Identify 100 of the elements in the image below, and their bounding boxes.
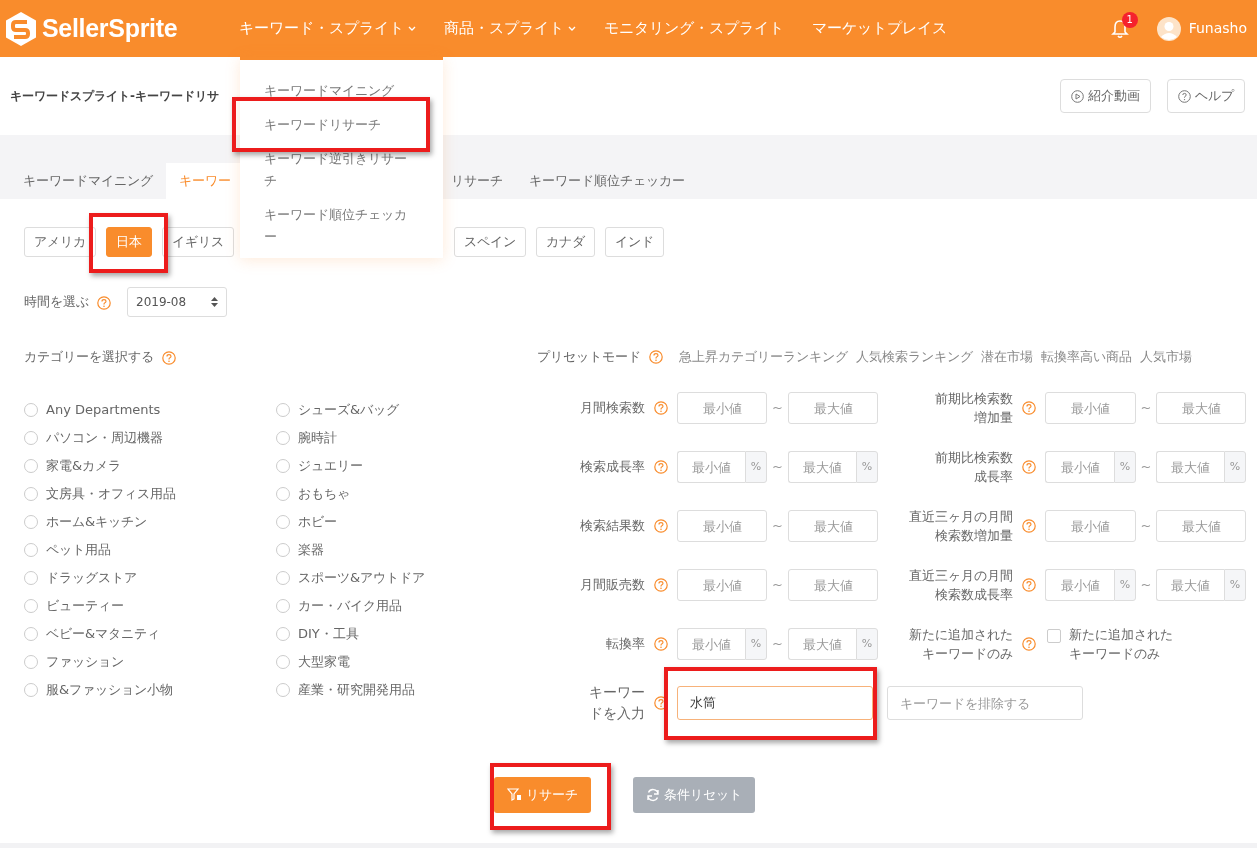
input-field[interactable]: 最大値 <box>788 510 878 542</box>
preset-link[interactable]: 潜在市場 <box>981 347 1033 367</box>
help-icon[interactable] <box>654 401 668 415</box>
exclude-keyword-input[interactable]: キーワードを排除する <box>887 686 1083 720</box>
preset-link[interactable]: 人気市場 <box>1140 347 1192 367</box>
checkbox-label[interactable]: 新たに追加された キーワードのみ <box>1069 624 1173 664</box>
radio-button[interactable] <box>276 542 290 557</box>
category-option[interactable]: 腕時計 <box>298 427 337 448</box>
category-option[interactable]: ジュエリー <box>298 455 363 476</box>
input-field[interactable]: 最小値 <box>677 451 745 483</box>
month-select[interactable]: 2019-08 <box>127 287 227 317</box>
category-option[interactable]: スポーツ&アウトドア <box>298 567 426 588</box>
input-field[interactable]: 最大値 <box>788 628 856 660</box>
input-field[interactable]: 最小値 <box>677 628 745 660</box>
category-option[interactable]: ホビー <box>298 511 337 532</box>
tab[interactable]: キーワードマイニング <box>10 163 166 199</box>
input-field[interactable]: 最小値 <box>677 569 767 601</box>
preset-link[interactable]: 人気検索ランキング <box>856 347 973 367</box>
category-option[interactable]: ファッション <box>46 651 124 672</box>
category-option[interactable]: 服&ファッション小物 <box>46 679 174 700</box>
help-icon[interactable] <box>1022 401 1036 415</box>
radio-button[interactable] <box>276 402 290 417</box>
help-icon[interactable] <box>162 350 176 365</box>
input-field[interactable]: 最大値 <box>788 392 878 424</box>
radio-button[interactable] <box>24 654 38 669</box>
input-field[interactable]: 最小値 <box>1045 569 1114 601</box>
help-icon[interactable] <box>97 295 111 310</box>
preset-link[interactable]: 急上昇カテゴリーランキング <box>679 347 848 367</box>
input-field[interactable]: 最小値 <box>1045 451 1114 483</box>
help-icon[interactable] <box>654 519 668 533</box>
input-field[interactable]: 最小値 <box>1045 510 1136 542</box>
preset-link[interactable]: 転換率高い商品 <box>1041 347 1132 367</box>
menu-item[interactable]: キーワードリサーチ <box>240 114 443 136</box>
input-field[interactable]: 最小値 <box>1045 392 1136 424</box>
radio-button[interactable] <box>276 486 290 501</box>
category-option[interactable]: 楽器 <box>298 539 324 560</box>
radio-button[interactable] <box>24 430 38 445</box>
category-option[interactable]: 大型家電 <box>298 651 350 672</box>
radio-button[interactable] <box>276 430 290 445</box>
radio-button[interactable] <box>24 402 38 417</box>
input-field[interactable]: 最大値 <box>1156 392 1246 424</box>
radio-button[interactable] <box>276 598 290 613</box>
help-icon[interactable] <box>654 578 668 592</box>
radio-button[interactable] <box>24 626 38 641</box>
category-option[interactable]: 産業・研究開発用品 <box>298 679 415 700</box>
category-option[interactable]: シューズ&バッグ <box>298 399 400 420</box>
input-field[interactable]: 最大値 <box>1156 569 1224 601</box>
country-button[interactable]: スペイン <box>454 227 526 257</box>
keyword-input[interactable]: 水筒 <box>677 686 873 720</box>
help-icon[interactable] <box>649 349 663 364</box>
help-icon[interactable] <box>654 460 668 474</box>
input-field[interactable]: 最大値 <box>788 451 856 483</box>
input-field[interactable]: 最小値 <box>677 392 767 424</box>
radio-button[interactable] <box>276 570 290 585</box>
category-option[interactable]: ペット用品 <box>46 539 111 560</box>
category-option[interactable]: ベビー&マタニティ <box>46 623 161 644</box>
radio-button[interactable] <box>276 514 290 529</box>
radio-button[interactable] <box>24 486 38 501</box>
help-icon[interactable] <box>1022 519 1036 533</box>
checkbox[interactable] <box>1047 628 1061 643</box>
country-button[interactable]: アメリカ <box>24 227 96 257</box>
category-option[interactable]: おもちゃ <box>298 483 350 504</box>
header-button[interactable]: 紹介動画 <box>1060 79 1151 113</box>
menu-item[interactable]: キーワード順位チェッカー <box>240 204 443 248</box>
input-field[interactable]: 最大値 <box>788 569 878 601</box>
radio-button[interactable] <box>24 458 38 473</box>
input-field[interactable]: 最大値 <box>1156 451 1224 483</box>
tab[interactable]: キーワード順位チェッカー <box>516 163 698 199</box>
radio-button[interactable] <box>24 542 38 557</box>
country-button[interactable]: インド <box>605 227 664 257</box>
radio-button[interactable] <box>276 626 290 641</box>
radio-button[interactable] <box>276 654 290 669</box>
radio-button[interactable] <box>24 514 38 529</box>
input-field[interactable]: 最小値 <box>677 510 767 542</box>
menu-item[interactable]: キーワードマイニング <box>240 80 443 102</box>
radio-button[interactable] <box>24 570 38 585</box>
category-option[interactable]: 家電&カメラ <box>46 455 122 476</box>
category-option[interactable]: Any Departments <box>46 399 161 420</box>
input-field[interactable]: 最大値 <box>1156 510 1246 542</box>
radio-button[interactable] <box>24 598 38 613</box>
category-option[interactable]: ドラッグストア <box>46 567 137 588</box>
category-option[interactable]: ビューティー <box>46 595 124 616</box>
radio-button[interactable] <box>276 458 290 473</box>
category-option[interactable]: DIY・工具 <box>298 623 359 644</box>
spinner-arrows-icon <box>211 296 218 308</box>
category-option[interactable]: 文房具・オフィス用品 <box>46 483 176 504</box>
category-option[interactable]: パソコン・周辺機器 <box>46 427 163 448</box>
help-icon[interactable] <box>654 637 668 651</box>
notification-bell-icon[interactable] <box>1110 18 1129 39</box>
category-option[interactable]: ホーム&キッチン <box>46 511 148 532</box>
help-icon[interactable] <box>1022 578 1036 592</box>
help-icon[interactable] <box>1022 637 1036 651</box>
help-icon[interactable] <box>1022 460 1036 474</box>
radio-button[interactable] <box>24 682 38 697</box>
country-button[interactable]: イギリス <box>162 227 234 257</box>
category-option[interactable]: カー・バイク用品 <box>298 595 402 616</box>
country-button[interactable]: カナダ <box>536 227 595 257</box>
avatar-icon[interactable] <box>1156 16 1181 41</box>
radio-button[interactable] <box>276 682 290 697</box>
header-button[interactable]: ヘルプ <box>1167 79 1245 113</box>
